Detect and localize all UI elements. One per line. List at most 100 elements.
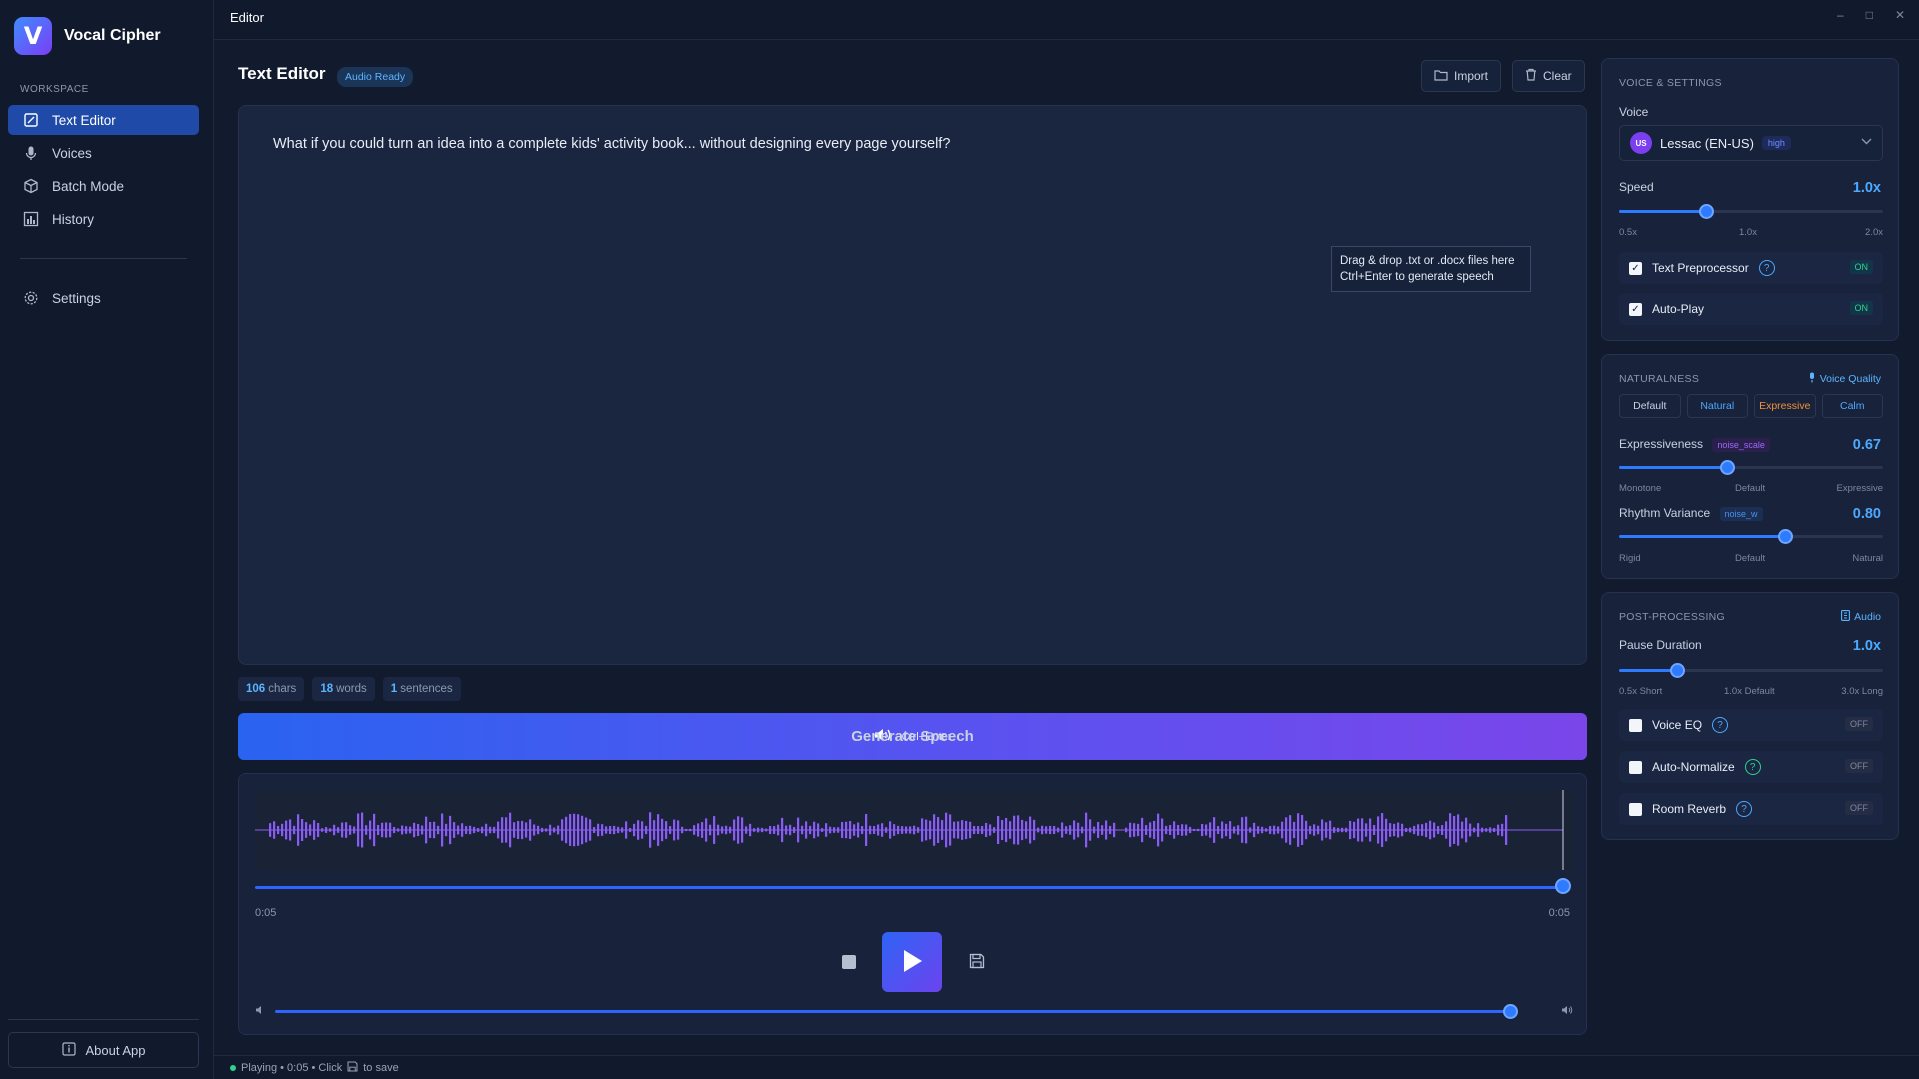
waveform-bar	[1069, 825, 1072, 835]
sidebar-item-label: Settings	[52, 290, 101, 306]
voice-quality-link[interactable]: Voice Quality	[1808, 372, 1881, 386]
slider-fill	[1619, 669, 1678, 672]
slider-handle[interactable]	[1670, 663, 1686, 678]
waveform-bar	[1281, 821, 1284, 839]
preset-expressive[interactable]: Expressive	[1754, 394, 1816, 418]
waveform-bar	[1349, 820, 1352, 840]
generate-speech-button[interactable]: Generate Speech Ctrl+Enter	[238, 713, 1587, 760]
voice-eq-toggle[interactable]: Voice EQ ? OFF	[1619, 709, 1883, 741]
import-button[interactable]: Import	[1421, 60, 1502, 92]
volume-low-icon[interactable]	[255, 1005, 265, 1018]
auto-normalize-toggle[interactable]: Auto-Normalize ? OFF	[1619, 751, 1883, 783]
clear-button[interactable]: Clear	[1512, 60, 1585, 92]
sidebar-item-label: Text Editor	[52, 112, 116, 128]
expressiveness-text: Expressiveness	[1619, 437, 1704, 451]
waveform-bar	[1293, 821, 1296, 839]
about-app-button[interactable]: About App	[8, 1032, 199, 1068]
rhythm-variance-slider[interactable]	[1619, 529, 1883, 545]
help-icon[interactable]: ?	[1736, 801, 1753, 817]
preset-calm[interactable]: Calm	[1821, 394, 1883, 418]
progress-handle[interactable]	[1555, 878, 1571, 894]
auto-play-toggle[interactable]: ✓ Auto-Play ON	[1619, 293, 1883, 325]
checkbox-unchecked[interactable]	[1629, 718, 1642, 732]
volume-handle[interactable]	[1503, 1004, 1518, 1019]
checkbox-checked[interactable]: ✓	[1629, 302, 1642, 316]
waveform-bar	[1393, 823, 1396, 837]
waveform-bar	[497, 821, 500, 839]
help-icon[interactable]: ?	[1744, 759, 1761, 775]
waveform-bar	[709, 824, 712, 836]
voice-select[interactable]: US Lessac (EN-US) high	[1619, 125, 1883, 161]
waveform-bar	[969, 821, 972, 839]
help-icon[interactable]: ?	[1758, 260, 1775, 276]
tick-label: 1.0x Default	[1724, 686, 1775, 697]
minimize-icon[interactable]: –	[1837, 8, 1844, 22]
waveform-bar	[365, 825, 368, 835]
preset-default[interactable]: Default	[1619, 394, 1681, 418]
about-app-label: About App	[85, 1042, 146, 1058]
waveform-bar	[373, 813, 376, 847]
waveform-bar	[1077, 822, 1080, 838]
tick-label: Default	[1735, 483, 1766, 494]
waveform-bar	[1097, 821, 1100, 839]
waveform-bar	[1001, 820, 1004, 840]
waveform-bar	[521, 820, 524, 840]
room-reverb-toggle[interactable]: Room Reverb ? OFF	[1619, 793, 1883, 825]
preset-natural[interactable]: Natural	[1686, 394, 1748, 418]
slider-handle[interactable]	[1720, 460, 1736, 475]
maximize-icon[interactable]: □	[1866, 8, 1873, 22]
expressiveness-slider[interactable]	[1619, 460, 1883, 476]
waveform-bar	[1477, 823, 1480, 837]
waveform-bar	[1297, 813, 1300, 847]
waveform-bar	[1481, 827, 1484, 833]
waveform-bar	[1353, 821, 1356, 839]
stop-button[interactable]	[841, 955, 856, 969]
off-badge: OFF	[1845, 717, 1873, 731]
waveform-bar	[1109, 825, 1112, 835]
voice-settings-card: VOICE & SETTINGS Voice US Lessac (EN-US)…	[1601, 58, 1899, 341]
progress-track[interactable]	[255, 886, 1562, 889]
waveform-bar	[281, 823, 284, 837]
speed-slider[interactable]	[1619, 204, 1883, 220]
waveform-bar	[669, 826, 672, 834]
checkbox-checked[interactable]: ✓	[1629, 261, 1642, 275]
waveform-bar	[441, 813, 444, 847]
editor-text[interactable]: What if you could turn an idea into a co…	[273, 136, 950, 152]
text-preprocessor-toggle[interactable]: ✓ Text Preprocessor ? ON	[1619, 252, 1883, 284]
sidebar-item-settings[interactable]: Settings	[8, 283, 199, 313]
waveform-bar	[1485, 828, 1488, 832]
volume-slider[interactable]	[275, 1010, 1517, 1013]
waveform-bar	[665, 821, 668, 839]
waveform-bar	[1469, 823, 1472, 837]
tick-label: 0.5x	[1619, 227, 1637, 238]
waveform-bar	[937, 817, 940, 843]
slider-handle[interactable]	[1778, 529, 1794, 544]
pause-duration-label: Pause Duration	[1619, 638, 1702, 652]
sidebar-item-voices[interactable]: Voices	[8, 138, 199, 168]
drop-tip-line-1: Drag & drop .txt or .docx files here	[1340, 255, 1515, 267]
volume-high-icon[interactable]	[1561, 1005, 1573, 1018]
waveform-bar	[1341, 827, 1344, 833]
waveform-bar	[649, 812, 652, 848]
checkbox-unchecked[interactable]	[1629, 802, 1642, 816]
audio-link[interactable]: Audio	[1841, 610, 1881, 624]
waveform-bar	[1169, 825, 1172, 835]
waveform-bar	[369, 820, 372, 840]
play-button[interactable]	[881, 932, 942, 992]
sidebar-item-batch-mode[interactable]: Batch Mode	[8, 171, 199, 201]
sidebar-item-text-editor[interactable]: Text Editor	[8, 105, 199, 135]
waveform-bar	[977, 826, 980, 834]
close-icon[interactable]: ✕	[1895, 8, 1905, 22]
waveform-bar	[1253, 822, 1256, 838]
waveform-bar	[957, 821, 960, 839]
waveform[interactable]	[255, 790, 1573, 870]
sidebar-item-label: History	[52, 211, 95, 227]
checkbox-unchecked[interactable]	[1629, 760, 1642, 774]
sidebar-item-history[interactable]: History	[8, 204, 199, 234]
save-button[interactable]	[968, 953, 986, 971]
waveform-bar	[825, 823, 828, 837]
slider-handle[interactable]	[1699, 204, 1715, 219]
pause-duration-slider[interactable]	[1619, 663, 1883, 679]
help-icon[interactable]: ?	[1712, 717, 1729, 733]
text-editor-area[interactable]: What if you could turn an idea into a co…	[238, 105, 1587, 665]
